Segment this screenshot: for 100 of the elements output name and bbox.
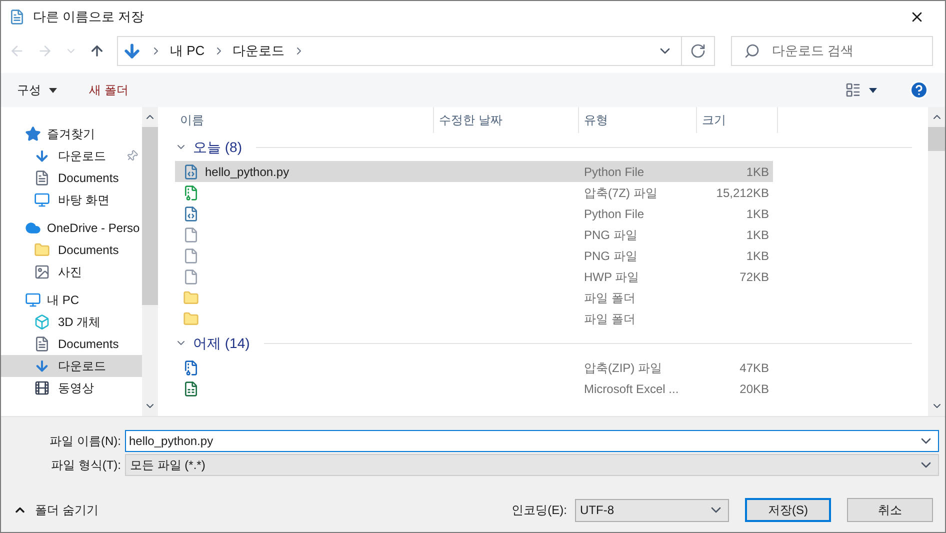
star-icon: [25, 126, 41, 142]
forward-button[interactable]: [37, 43, 53, 59]
file-row[interactable]: hello_python.py Python File 1KB: [175, 161, 773, 182]
sidebar-item[interactable]: 다운로드: [1, 145, 142, 167]
python-file-icon: [183, 206, 199, 222]
download-icon: [34, 358, 50, 374]
file-row[interactable]: HWP 파일 72KB: [175, 266, 773, 287]
file-size: 1KB: [746, 206, 769, 220]
encoding-dropdown[interactable]: UTF-8: [575, 498, 729, 522]
filetype-label: 파일 형식(T):: [50, 457, 122, 474]
sidebar-item[interactable]: Documents: [1, 333, 142, 355]
cloud-icon: [25, 220, 41, 236]
file-size: 47KB: [740, 360, 769, 374]
notepad-icon: [9, 8, 25, 24]
file-row[interactable]: 파일 폴더: [175, 287, 773, 308]
hide-folders-button[interactable]: 폴더 숨기기: [13, 501, 98, 519]
sidebar-group-label: 즐겨찾기: [47, 126, 95, 143]
encoding-value: UTF-8: [580, 502, 615, 519]
refresh-icon[interactable]: [690, 43, 706, 59]
new-folder-button[interactable]: 새 폴더: [89, 81, 128, 99]
spreadsheet-icon: [183, 380, 199, 396]
sidebar-group[interactable]: 내 PC: [1, 289, 142, 311]
folder-icon: [183, 310, 199, 326]
sidebar-item[interactable]: Documents: [1, 167, 142, 189]
file-type: 파일 폴더: [583, 310, 636, 328]
film-icon: [34, 380, 50, 396]
cancel-button[interactable]: 취소: [847, 498, 933, 522]
forward-icon: [37, 43, 53, 59]
file-type: Python File: [583, 206, 646, 222]
group-header[interactable]: 오늘 (8): [175, 133, 928, 161]
column-header[interactable]: 이름: [175, 107, 434, 133]
search-input[interactable]: 다운로드 검색: [772, 41, 920, 61]
file-size: 1KB: [746, 164, 769, 178]
scrollbar-thumb[interactable]: [928, 127, 945, 151]
file-type: 압축(7Z) 파일: [583, 184, 658, 202]
sidebar-item[interactable]: 다운로드: [1, 355, 142, 377]
sidebar-group-label: OneDrive - Perso: [47, 220, 140, 237]
file-size: 1KB: [746, 228, 769, 242]
filename-input[interactable]: hello_python.py: [126, 432, 914, 450]
filename-field[interactable]: hello_python.py: [125, 430, 939, 452]
file-row[interactable]: Python File 1KB: [175, 203, 773, 224]
file-row[interactable]: PNG 파일 1KB: [175, 224, 773, 245]
filename-label: 파일 이름(N):: [48, 433, 122, 450]
search-field[interactable]: 다운로드 검색: [731, 36, 933, 66]
image-file-icon: [183, 248, 199, 264]
sidebar-group-label: 내 PC: [47, 292, 80, 309]
folder-icon: [34, 242, 50, 258]
help-button[interactable]: [909, 80, 929, 100]
encoding-label: 인코딩(E):: [512, 502, 567, 519]
sidebar-item-label: 사진: [58, 264, 83, 281]
file-name: hello_python.py: [205, 164, 290, 180]
file-type: Python File: [583, 164, 646, 180]
sidebar-item[interactable]: 3D 개체: [1, 311, 142, 333]
image-file-icon: [183, 226, 199, 242]
file-row[interactable]: 압축(7Z) 파일 15,212KB: [175, 182, 773, 203]
filetype-value: 모든 파일 (*.*): [130, 457, 206, 474]
caret-icon: [49, 88, 57, 92]
sidebar-item[interactable]: 사진: [1, 261, 142, 283]
up-button[interactable]: [89, 43, 105, 59]
up-icon: [89, 43, 105, 59]
archive-icon: [183, 360, 199, 376]
file-row[interactable]: 압축(ZIP) 파일 47KB: [175, 357, 773, 378]
column-header[interactable]: 유형: [579, 107, 697, 133]
address-bar[interactable]: 내 PC 다운로드: [117, 36, 715, 66]
file-type: PNG 파일: [583, 248, 638, 264]
scrollbar-thumb[interactable]: [142, 127, 158, 305]
python-file-icon: [183, 164, 199, 180]
caret-icon: [869, 88, 877, 92]
picture-icon: [34, 264, 50, 280]
filetype-dropdown[interactable]: 모든 파일 (*.*): [125, 454, 939, 476]
group-header[interactable]: 어제 (14): [175, 329, 928, 357]
download-icon: [122, 41, 142, 61]
sidebar-item-label: Documents: [58, 242, 120, 259]
file-row[interactable]: Microsoft Excel ... 20KB: [175, 378, 773, 399]
back-button[interactable]: [9, 43, 25, 59]
sidebar-group[interactable]: 즐겨찾기: [1, 123, 142, 145]
file-row[interactable]: PNG 파일 1KB: [175, 245, 773, 266]
sidebar-scrollbar[interactable]: [142, 107, 158, 416]
sidebar-item[interactable]: Documents: [1, 239, 142, 261]
document-icon: [34, 170, 50, 186]
sidebar-item[interactable]: 동영상: [1, 377, 142, 399]
sidebar-item-label: 동영상: [58, 380, 95, 397]
breadcrumb-item[interactable]: 내 PC: [170, 41, 205, 61]
sidebar-item-label: 3D 개체: [58, 314, 102, 331]
column-header[interactable]: 크기: [697, 107, 778, 133]
sidebar-group[interactable]: OneDrive - Perso: [1, 217, 142, 239]
file-size: 15,212KB: [716, 186, 769, 200]
sidebar-item-label: Documents: [58, 336, 120, 353]
archive-icon: [183, 184, 199, 200]
file-row[interactable]: 파일 폴더: [175, 308, 773, 329]
computer-icon: [25, 292, 41, 308]
column-header[interactable]: 수정한 날짜: [434, 107, 579, 133]
breadcrumb-item[interactable]: 다운로드: [232, 41, 285, 61]
save-button[interactable]: 저장(S): [745, 498, 831, 522]
sidebar-item[interactable]: 바탕 화면: [1, 189, 142, 211]
cube-icon: [34, 314, 50, 330]
view-button[interactable]: [845, 82, 877, 98]
organize-button[interactable]: 구성: [17, 81, 57, 99]
list-scrollbar[interactable]: [928, 107, 945, 416]
download-icon: [34, 148, 50, 164]
